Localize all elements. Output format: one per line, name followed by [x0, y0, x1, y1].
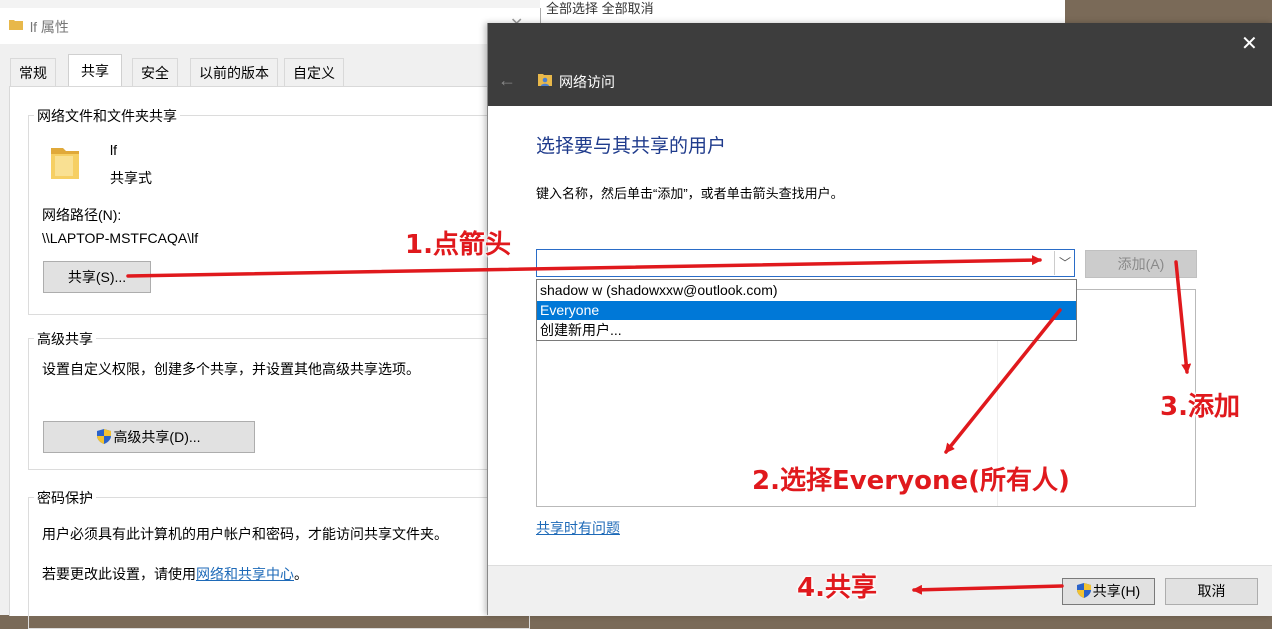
shared-folder-icon: [51, 148, 79, 179]
annotation-step4: 4.共享: [797, 573, 877, 603]
advanced-sharing-group-title: 高级共享: [34, 329, 96, 349]
dialog-header: ✕ ← 网络访问: [488, 23, 1272, 106]
password-protection-group: [28, 497, 530, 629]
change-setting-prefix: 若要更改此设置，请使用: [42, 566, 196, 582]
network-sharing-center-link[interactable]: 网络和共享中心: [196, 566, 294, 582]
add-button[interactable]: 添加(A): [1085, 250, 1197, 278]
dialog-share-button[interactable]: 共享(H): [1062, 578, 1155, 605]
network-path-value: \\LAPTOP-MSTFCAQA\lf: [42, 230, 199, 246]
dropdown-option-create-new-user[interactable]: 创建新用户...: [537, 321, 1076, 340]
properties-title: lf 属性: [30, 19, 69, 35]
dialog-cancel-button[interactable]: 取消: [1165, 578, 1258, 605]
folder-icon: [9, 20, 23, 30]
tab-previous-versions[interactable]: 以前的版本: [190, 58, 278, 87]
network-sharing-group-title: 网络文件和文件夹共享: [34, 106, 180, 126]
advanced-sharing-button[interactable]: 高级共享(D)...: [43, 421, 255, 453]
change-setting-text: 若要更改此设置，请使用网络和共享中心。: [42, 564, 308, 584]
advanced-sharing-description: 设置自定义权限，创建多个共享，并设置其他高级共享选项。: [42, 361, 420, 377]
properties-window: lf 属性 ✕ 常规 共享 安全 以前的版本 自定义 网络文件和文件夹共享 lf…: [0, 8, 541, 629]
chevron-down-icon[interactable]: ﹀: [1054, 251, 1075, 275]
background-explorer-text: 全部选择 全部取消: [546, 1, 654, 16]
dialog-title: 网络访问: [559, 74, 615, 90]
folder-name: lf: [110, 142, 117, 158]
advanced-sharing-button-label: 高级共享(D)...: [113, 429, 201, 445]
dialog-instruction: 键入名称，然后单击“添加”，或者单击箭头查找用户。: [536, 186, 844, 201]
annotation-step3: 3.添加: [1160, 392, 1240, 422]
properties-titlebar: lf 属性 ✕: [0, 8, 540, 44]
user-name-combobox[interactable]: ﹀: [536, 249, 1075, 277]
network-access-dialog: ✕ ← 网络访问 选择要与其共享的用户 键入名称，然后单击“添加”，或者单击箭头…: [487, 23, 1272, 616]
tab-customize[interactable]: 自定义: [284, 58, 344, 87]
uac-shield-icon: [97, 429, 112, 444]
network-folder-icon: [538, 74, 552, 86]
dropdown-option-everyone[interactable]: Everyone: [537, 301, 1076, 320]
annotation-step1: 1.点箭头: [405, 230, 511, 260]
password-protection-group-title: 密码保护: [34, 488, 96, 508]
tab-security[interactable]: 安全: [132, 58, 178, 87]
dialog-share-button-label: 共享(H): [1092, 583, 1141, 599]
share-button[interactable]: 共享(S)...: [43, 261, 151, 293]
password-protection-description: 用户必须具有此计算机的用户帐户和密码，才能访问共享文件夹。: [42, 526, 448, 542]
sharing-tab-panel: 网络文件和文件夹共享 lf 共享式 网络路径(N): \\LAPTOP-MSTF…: [9, 86, 541, 629]
network-path-label: 网络路径(N):: [42, 207, 122, 223]
tab-general[interactable]: 常规: [10, 58, 56, 87]
uac-shield-icon: [1076, 583, 1091, 598]
folder-share-status: 共享式: [110, 170, 152, 186]
annotation-step2: 2.选择Everyone(所有人): [752, 466, 1070, 496]
dropdown-option-shadow-w[interactable]: shadow w (shadowxxw@outlook.com): [537, 281, 1076, 300]
change-setting-suffix: 。: [294, 566, 308, 582]
close-icon[interactable]: ✕: [1241, 31, 1258, 56]
back-arrow-icon[interactable]: ←: [498, 70, 516, 91]
dialog-heading: 选择要与其共享的用户: [536, 136, 727, 157]
tab-sharing[interactable]: 共享: [68, 54, 122, 88]
user-dropdown-list[interactable]: shadow w (shadowxxw@outlook.com) Everyon…: [536, 279, 1077, 341]
dialog-footer: 共享(H) 取消: [488, 565, 1272, 616]
sharing-trouble-link[interactable]: 共享时有问题: [536, 518, 620, 538]
